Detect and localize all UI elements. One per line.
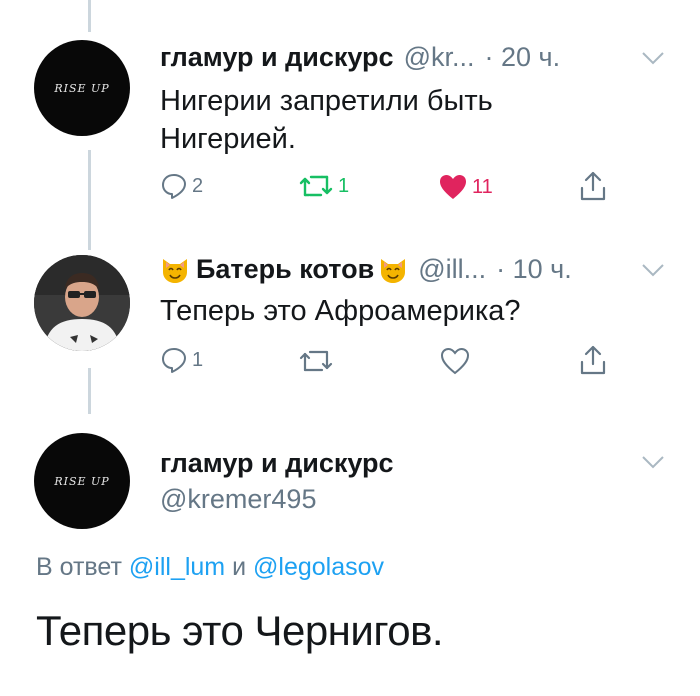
share-icon[interactable] <box>578 344 608 376</box>
tweet-header-name: гламур и дискурс <box>160 448 394 479</box>
share-icon[interactable] <box>578 170 608 202</box>
avatar[interactable] <box>34 255 130 351</box>
replying-to: В ответ @ill_lum и @legolasov <box>36 553 384 582</box>
thread-line-bottom <box>88 368 91 414</box>
timestamp[interactable]: · 10 ч. <box>496 254 572 285</box>
avatar-photo <box>34 255 130 351</box>
tweet-text: Нигерии запретили быть Нигерией. <box>160 82 493 158</box>
tweet-text-line: Теперь это Афроамерика? <box>160 295 521 327</box>
retweet-icon[interactable] <box>298 348 334 374</box>
cat-face-emoji-icon <box>163 258 187 283</box>
retweet-button[interactable]: 1 <box>298 173 349 199</box>
retweet-icon <box>299 175 333 197</box>
reply-count: 1 <box>192 348 204 371</box>
tweet-text: Теперь это Афроамерика? <box>160 292 521 330</box>
user-handle[interactable]: @ill... <box>418 254 486 285</box>
display-name[interactable]: гламур и дискурс <box>160 448 394 479</box>
thread-line-top <box>88 0 91 32</box>
reply-button[interactable]: 1 <box>160 346 203 374</box>
avatar[interactable]: RISE UP <box>34 40 130 136</box>
avatar-logo-text: RISE UP <box>54 81 110 95</box>
reply-conjunction: и <box>232 553 247 581</box>
like-button[interactable]: 11 <box>438 173 493 201</box>
display-name[interactable]: Батерь котов <box>196 254 374 285</box>
user-handle[interactable]: @kr... <box>404 42 475 73</box>
cat-face-emoji-icon <box>381 258 406 283</box>
chevron-down-icon[interactable] <box>640 50 666 66</box>
heart-outline-icon[interactable] <box>440 347 470 375</box>
chevron-down-icon[interactable] <box>640 262 666 278</box>
reply-icon <box>162 174 186 199</box>
tweet-header-handle: @kremer495 <box>160 484 316 515</box>
mention-link[interactable]: @ill_lum <box>129 553 225 581</box>
heart-filled-icon <box>440 175 466 199</box>
avatar-logo-text: RISE UP <box>54 474 110 488</box>
retweet-count: 1 <box>338 174 350 197</box>
tweet-header: Батерь котов @ill... · 10 ч. <box>160 254 572 285</box>
reply-count: 2 <box>192 174 204 197</box>
reply-prefix: В ответ <box>36 553 122 581</box>
avatar[interactable]: RISE UP <box>34 433 130 529</box>
thread-line-middle <box>88 150 91 250</box>
tweet-text-line: Нигерией. <box>160 123 296 155</box>
tweet-header: гламур и дискурс @kr... · 20 ч. <box>160 42 560 73</box>
display-name[interactable]: гламур и дискурс <box>160 42 394 73</box>
tweet-text-line: Нигерии запретили быть <box>160 85 493 117</box>
like-count: 11 <box>472 175 493 198</box>
reply-button[interactable]: 2 <box>160 172 203 200</box>
main-tweet-text: Теперь это Чернигов. <box>36 607 444 654</box>
user-handle[interactable]: @kremer495 <box>160 484 316 515</box>
mention-link[interactable]: @legolasov <box>253 553 384 581</box>
chevron-down-icon[interactable] <box>640 454 666 470</box>
reply-icon <box>162 348 186 373</box>
timestamp[interactable]: · 20 ч. <box>484 42 560 73</box>
